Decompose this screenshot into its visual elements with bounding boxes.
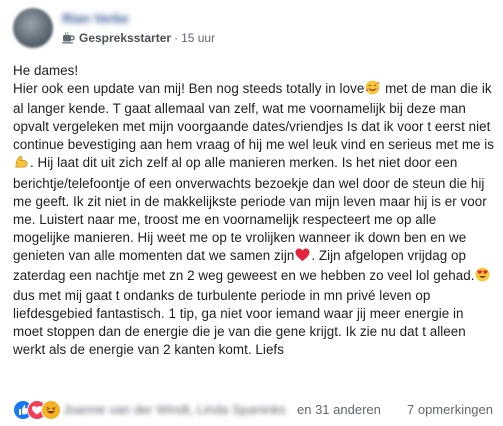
red-heart-icon xyxy=(295,248,310,267)
smiling-face-with-hearts-icon xyxy=(365,80,380,100)
comments-count-link[interactable]: 7 opmerkingen xyxy=(407,398,493,422)
flexed-biceps-icon xyxy=(14,154,29,174)
post-meta: Gespreksstarter · 15 uur xyxy=(62,30,215,48)
post-greeting: He dames! xyxy=(13,63,79,78)
post-paragraph: Hier ook een update van mij! Ben nog ste… xyxy=(13,80,495,359)
group-badge[interactable]: Gespreksstarter xyxy=(79,31,171,45)
post-footer: Joanne van der Windt, Linda Spaninks en … xyxy=(13,398,495,422)
heart-eyes-face-icon xyxy=(475,267,490,287)
haha-reaction-icon xyxy=(41,400,61,420)
meta-separator: · xyxy=(174,31,179,45)
reactor-names[interactable]: Joanne van der Windt, Linda Spaninks xyxy=(63,398,295,422)
coffee-cup-icon xyxy=(62,32,75,48)
post-time[interactable]: 15 uur xyxy=(181,31,215,45)
post-header: Rian Verbeeten Gespreksstarter·15 uur xyxy=(13,8,493,50)
post-text-part-5: dus met mij gaat t ondanks de turbulente… xyxy=(13,288,466,358)
reactions-others-count[interactable]: en 31 anderen xyxy=(297,398,381,422)
post-content: He dames! Hier ook een update van mij! B… xyxy=(13,62,495,360)
avatar[interactable] xyxy=(13,8,53,48)
author-name[interactable]: Rian Verbeeten xyxy=(62,12,128,25)
facebook-post: Rian Verbeeten Gespreksstarter·15 uur He… xyxy=(0,0,503,426)
post-text-part-1: Hier ook een update van mij! Ben nog ste… xyxy=(13,81,365,97)
post-text-part-3: . Hij laat dit uit zich zelf al op alle … xyxy=(13,155,487,263)
